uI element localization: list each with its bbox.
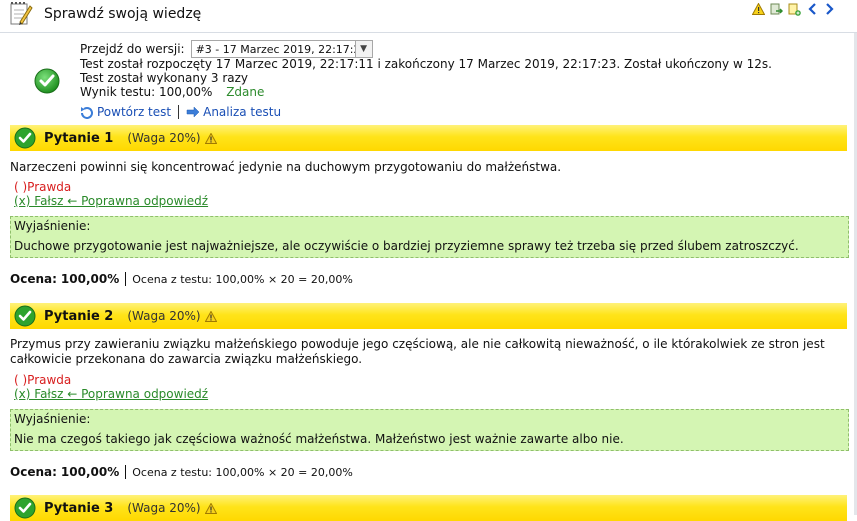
test-timing-text: Test został rozpoczęty 17 Marzec 2019, 2… <box>80 57 772 71</box>
result-value: 100,00% <box>158 85 213 99</box>
refresh-icon <box>81 106 93 119</box>
chevron-right-icon[interactable] <box>823 2 837 16</box>
page-title: Sprawdź swoją wiedzę <box>44 6 202 22</box>
version-select[interactable]: #3 - 17 Marzec 2019, 22:17:23 ▼ <box>190 40 373 58</box>
question-header: Pytanie 1 (Waga 20%) <box>10 125 847 151</box>
chevron-down-icon[interactable]: ▼ <box>354 41 372 57</box>
header-bar: Sprawdź swoją wiedzę <box>0 0 857 33</box>
explanation-box: Wyjaśnienie: Nie ma czegoś takiego jak c… <box>10 409 849 451</box>
passed-check-icon <box>34 68 60 94</box>
export-icon[interactable] <box>769 2 783 16</box>
score-value: 100,00% <box>60 272 120 286</box>
warning-icon[interactable] <box>204 132 217 144</box>
correct-check-icon <box>14 497 36 519</box>
question-score: Ocena: 100,00% Ocena z testu: 100,00% × … <box>10 272 353 286</box>
status-passed: Zdane <box>226 85 265 99</box>
option-true: ( )Prawda <box>14 373 72 387</box>
option-false-correct: (x) Fałsz ← Poprawna odpowiedź <box>14 194 209 208</box>
score-detail: Ocena z testu: 100,00% × 20 = 20,00% <box>132 272 353 286</box>
question-weight: (Waga 20%) <box>127 131 201 145</box>
score-value: 100,00% <box>60 465 120 479</box>
test-result-row: Wynik testu: 100,00% Zdane <box>80 85 264 99</box>
question-title: Pytanie 2 <box>44 308 114 324</box>
arrow-right-icon <box>186 106 200 118</box>
explanation-label: Wyjaśnienie: <box>14 412 91 426</box>
warning-icon[interactable] <box>204 502 217 514</box>
question-text: Narzeczeni powinni się koncentrować jedy… <box>10 160 562 174</box>
summary-actions: Powtórz test Analiza testu <box>80 105 281 119</box>
analysis-label: Analiza testu <box>203 105 282 119</box>
analysis-link[interactable]: Analiza testu <box>186 105 281 119</box>
question-header: Pytanie 3 (Waga 20%) <box>10 495 847 521</box>
correct-check-icon <box>14 305 36 327</box>
action-divider <box>178 105 180 119</box>
repeat-test-link[interactable]: Powtórz test <box>80 105 171 119</box>
version-row: Przejdź do wersji: #3 - 17 Marzec 2019, … <box>80 40 373 58</box>
score-detail: Ocena z testu: 100,00% × 20 = 20,00% <box>132 465 353 479</box>
question-score: Ocena: 100,00% Ocena z testu: 100,00% × … <box>10 465 353 479</box>
option-false-correct: (x) Fałsz ← Poprawna odpowiedź <box>14 387 209 401</box>
score-divider <box>125 272 127 286</box>
test-summary: Przejdź do wersji: #3 - 17 Marzec 2019, … <box>0 33 852 123</box>
quiz-notepad-icon <box>10 2 33 25</box>
option-true: ( )Prawda <box>14 180 72 194</box>
explanation-text: Duchowe przygotowanie jest najważniejsze… <box>14 239 799 253</box>
version-label: Przejdź do wersji: <box>80 42 185 56</box>
question-header: Pytanie 2 (Waga 20%) <box>10 303 847 329</box>
question-weight: (Waga 20%) <box>127 309 201 323</box>
header-toolbar <box>751 2 837 16</box>
result-label: Wynik testu: <box>80 85 156 99</box>
warning-icon[interactable] <box>751 2 765 16</box>
correct-check-icon <box>14 127 36 149</box>
question-text: Przymus przy zawieraniu związku małżeńsk… <box>10 337 825 366</box>
warning-icon[interactable] <box>204 310 217 322</box>
score-divider <box>125 465 127 479</box>
score-label: Ocena: <box>10 272 57 286</box>
chevron-left-icon[interactable] <box>805 2 819 16</box>
question-title: Pytanie 1 <box>44 130 114 146</box>
score-label: Ocena: <box>10 465 57 479</box>
explanation-text: Nie ma czegoś takiego jak częściowa ważn… <box>14 432 624 446</box>
question-weight: (Waga 20%) <box>127 501 201 515</box>
version-select-value: #3 - 17 Marzec 2019, 22:17:23 <box>195 42 368 56</box>
explanation-label: Wyjaśnienie: <box>14 219 91 233</box>
test-runs-text: Test został wykonany 3 razy <box>80 71 249 85</box>
question-title: Pytanie 3 <box>44 500 114 516</box>
repeat-test-label: Powtórz test <box>97 105 172 119</box>
add-note-icon[interactable] <box>787 2 801 16</box>
explanation-box: Wyjaśnienie: Duchowe przygotowanie jest … <box>10 216 849 258</box>
